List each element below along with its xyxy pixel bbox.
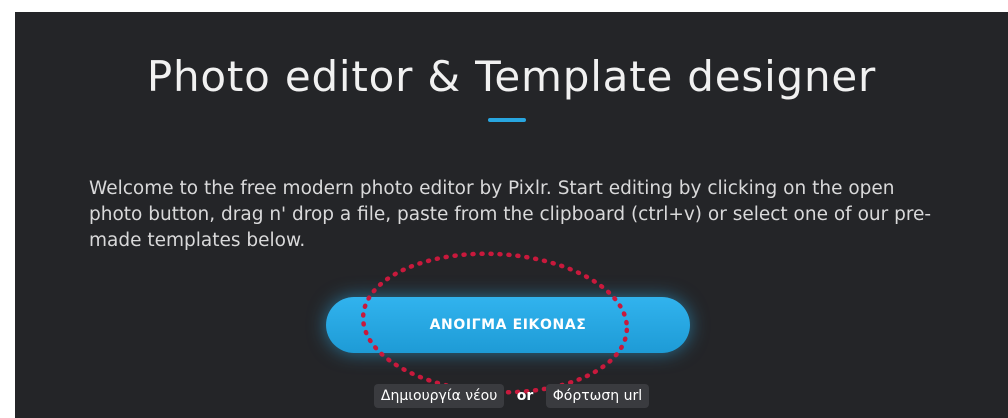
start-panel: Photo editor & Template designer Welcome… xyxy=(15,12,1008,418)
secondary-actions: Δημιουργία νέου or Φόρτωση url xyxy=(15,384,1008,408)
welcome-description: Welcome to the free modern photo editor … xyxy=(89,178,932,251)
create-new-link[interactable]: Δημιουργία νέου xyxy=(373,384,505,408)
page-title: Photo editor & Template designer xyxy=(146,52,877,101)
load-url-link[interactable]: Φόρτωση url xyxy=(545,384,650,408)
or-separator: or xyxy=(516,388,534,404)
open-image-button[interactable]: ΑΝΟΙΓΜΑ ΕΙΚΟΝΑΣ xyxy=(326,297,690,353)
title-accent-bar xyxy=(488,118,526,122)
